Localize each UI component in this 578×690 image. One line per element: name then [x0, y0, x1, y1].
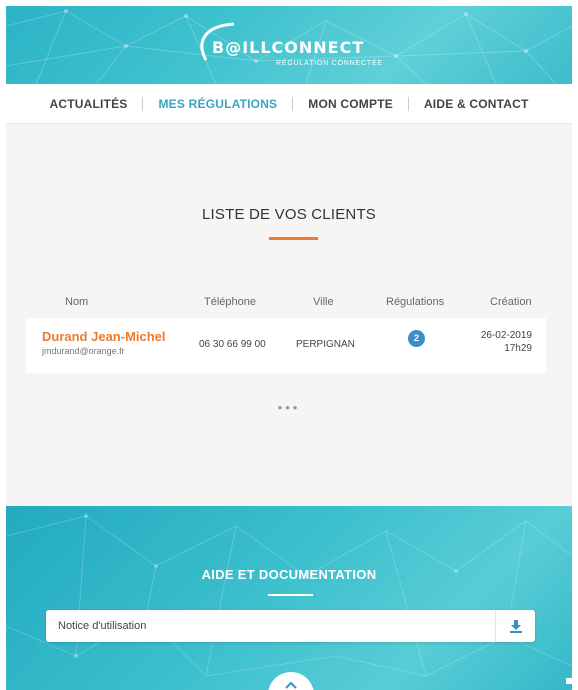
brand-logo[interactable]: B@ILLCONNECT RÉGULATION CONNECTÉE: [194, 20, 394, 72]
column-header-phone[interactable]: Téléphone: [204, 296, 256, 308]
column-header-regulations[interactable]: Régulations: [386, 296, 444, 308]
main-nav: ACTUALITÉS MES RÉGULATIONS MON COMPTE AI…: [6, 84, 572, 124]
scroll-top-button[interactable]: [268, 672, 314, 690]
brand-name: B@ILLCONNECT: [212, 38, 365, 57]
column-header-created[interactable]: Création: [490, 296, 532, 308]
chevron-up-icon: [285, 681, 297, 689]
column-header-name[interactable]: Nom: [65, 296, 88, 308]
help-title: AIDE ET DOCUMENTATION: [201, 567, 377, 582]
help-section: AIDE ET DOCUMENTATION Notice d'utilisati…: [6, 506, 572, 690]
download-icon: [509, 620, 522, 633]
download-button[interactable]: [495, 610, 535, 642]
brand-tagline: RÉGULATION CONNECTÉE: [276, 60, 383, 67]
nav-item-aide-contact[interactable]: AIDE & CONTACT: [409, 97, 544, 111]
page-corner: [566, 678, 572, 684]
client-phone: 06 30 66 99 00: [199, 339, 266, 350]
regulations-count-badge[interactable]: 2: [408, 330, 425, 347]
table-row[interactable]: Durand Jean-Michel jmdurand@orange.fr 06…: [26, 318, 546, 373]
network-background: [6, 514, 572, 677]
created-time: 17h29: [504, 343, 532, 354]
more-clients-button[interactable]: •••: [6, 400, 572, 415]
site-header: B@ILLCONNECT RÉGULATION CONNECTÉE: [6, 6, 572, 84]
title-underline: [269, 237, 318, 240]
nav-item-actualites[interactable]: ACTUALITÉS: [34, 97, 142, 111]
clients-section: LISTE DE VOS CLIENTS Nom Téléphone Ville…: [6, 124, 572, 506]
nav-item-mon-compte[interactable]: MON COMPTE: [293, 97, 408, 111]
client-email: jmdurand@orange.fr: [42, 346, 125, 356]
created-date: 26-02-2019: [480, 330, 532, 341]
client-created: 26-02-2019 17h29: [481, 329, 532, 355]
column-header-city[interactable]: Ville: [313, 296, 334, 308]
client-name[interactable]: Durand Jean-Michel: [42, 329, 166, 344]
page-title: LISTE DE VOS CLIENTS: [201, 206, 377, 223]
client-city: PERPIGNAN: [296, 339, 355, 350]
help-title-underline: [268, 594, 313, 596]
nav-item-mes-regulations[interactable]: MES RÉGULATIONS: [143, 97, 292, 111]
document-item[interactable]: Notice d'utilisation: [46, 610, 535, 642]
document-label: Notice d'utilisation: [58, 620, 147, 632]
